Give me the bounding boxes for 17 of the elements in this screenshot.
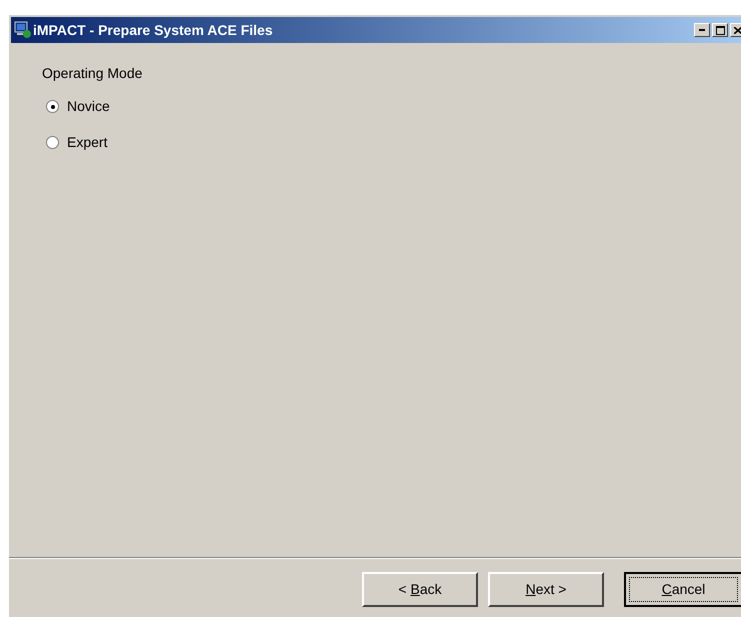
close-icon: [734, 26, 741, 34]
minimize-icon: [699, 29, 705, 31]
radio-label: Novice: [67, 97, 110, 116]
dialog-button[interactable]: < Back: [362, 572, 478, 607]
window-title: iMPACT - Prepare System ACE Files: [33, 20, 273, 40]
minimize-button[interactable]: [694, 23, 710, 37]
dialog-button[interactable]: Next >: [488, 572, 604, 607]
radio-button[interactable]: [46, 136, 59, 149]
dialog-button[interactable]: Cancel: [624, 572, 741, 607]
maximize-icon: [716, 26, 724, 34]
radio-button[interactable]: [46, 100, 59, 113]
radio-label: Expert: [67, 133, 108, 152]
maximize-button[interactable]: [712, 23, 728, 37]
computer-icon: [14, 21, 32, 39]
group-label: Operating Mode: [42, 64, 144, 83]
radio-option[interactable]: Novice: [46, 96, 110, 117]
radio-option[interactable]: Expert: [46, 132, 108, 153]
